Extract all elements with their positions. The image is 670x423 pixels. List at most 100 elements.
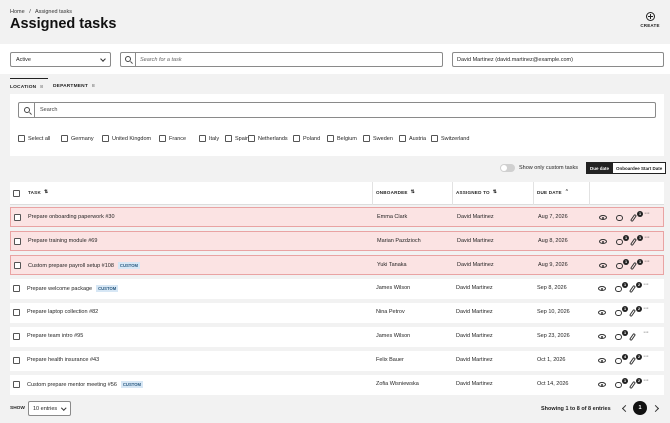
sort-due-date-button[interactable]: Due date bbox=[586, 162, 614, 174]
custom-tasks-toggle[interactable]: Show only custom tasks bbox=[500, 164, 578, 172]
tab-department[interactable]: DEPARTMENT 8 bbox=[53, 78, 99, 94]
view-icon[interactable] bbox=[597, 355, 607, 367]
attachment-icon[interactable] bbox=[628, 331, 638, 343]
column-onboardee[interactable]: ONBOARDEE ⇅ bbox=[376, 190, 415, 196]
task-name[interactable]: Prepare health insurance #43 bbox=[27, 357, 99, 363]
task-name[interactable]: Custom prepare payroll setup #108 CUSTOM bbox=[28, 262, 140, 269]
view-icon[interactable] bbox=[597, 331, 607, 343]
comment-icon[interactable]: 1 bbox=[615, 259, 629, 272]
task-name[interactable]: Custom prepare mentor meeting #56 CUSTOM bbox=[27, 381, 143, 388]
tab-location[interactable]: LOCATION 8 bbox=[10, 78, 48, 94]
next-page-icon[interactable] bbox=[651, 403, 661, 413]
task-name[interactable]: Prepare welcome package CUSTOM bbox=[27, 285, 119, 292]
toggle-switch[interactable] bbox=[500, 164, 515, 172]
current-page-button[interactable]: 1 bbox=[633, 401, 647, 415]
checkbox[interactable] bbox=[225, 135, 232, 142]
assignee-field[interactable]: David Martinez (david.martinez@example.c… bbox=[452, 52, 664, 67]
previous-page-icon[interactable] bbox=[619, 403, 629, 413]
select-all-rows-checkbox[interactable] bbox=[13, 190, 20, 197]
more-options-icon[interactable]: ··· bbox=[643, 329, 653, 341]
comment-icon[interactable]: 1 bbox=[614, 378, 628, 391]
attachment-icon[interactable]: 2 bbox=[628, 282, 642, 295]
table-row[interactable]: Custom prepare payroll setup #108 CUSTOM … bbox=[10, 255, 664, 275]
more-options-icon[interactable]: ··· bbox=[643, 353, 653, 365]
table-row[interactable]: Prepare training module #69 Marian Pazdz… bbox=[10, 231, 664, 251]
table-row[interactable]: Prepare health insurance #43 Felix Bauer… bbox=[10, 351, 664, 371]
comment-icon[interactable]: 1 bbox=[614, 282, 628, 295]
location-search-input[interactable]: Search bbox=[18, 102, 656, 118]
task-name[interactable]: Prepare laptop collection #82 bbox=[27, 309, 98, 315]
view-icon[interactable] bbox=[598, 236, 608, 248]
column-task[interactable]: TASK ⇅ bbox=[28, 190, 48, 196]
more-options-icon[interactable]: ··· bbox=[643, 281, 653, 293]
checkbox[interactable] bbox=[61, 135, 68, 142]
create-button[interactable]: CREATE bbox=[638, 12, 662, 28]
country-germany[interactable]: Germany bbox=[61, 135, 94, 142]
view-icon[interactable] bbox=[598, 260, 608, 272]
country-switzerland[interactable]: Switzerland bbox=[431, 135, 469, 142]
row-checkbox[interactable] bbox=[13, 381, 20, 388]
checkbox[interactable] bbox=[102, 135, 109, 142]
view-icon[interactable] bbox=[597, 283, 607, 295]
checkbox[interactable] bbox=[199, 135, 206, 142]
table-row[interactable]: Prepare laptop collection #82 Nina Petro… bbox=[10, 303, 664, 323]
table-row[interactable]: Prepare welcome package CUSTOM James Wils… bbox=[10, 279, 664, 299]
breadcrumb-home[interactable]: Home bbox=[10, 9, 25, 15]
country-italy[interactable]: Italy bbox=[199, 135, 219, 142]
country-netherlands[interactable]: Netherlands bbox=[248, 135, 288, 142]
row-checkbox[interactable] bbox=[14, 262, 21, 269]
country-poland[interactable]: Poland bbox=[293, 135, 320, 142]
comment-icon[interactable]: 1 bbox=[614, 306, 628, 319]
more-options-icon[interactable]: ··· bbox=[644, 210, 654, 222]
row-checkbox[interactable] bbox=[13, 357, 20, 364]
row-checkbox[interactable] bbox=[14, 238, 21, 245]
country-austria[interactable]: Austria bbox=[399, 135, 426, 142]
country-united-kingdom[interactable]: United Kingdom bbox=[102, 135, 151, 142]
comment-icon[interactable] bbox=[615, 212, 625, 224]
table-row[interactable]: Prepare team intro #95 James Wilson Davi… bbox=[10, 327, 664, 347]
attachment-icon[interactable]: 2 bbox=[628, 378, 642, 391]
view-icon[interactable] bbox=[597, 307, 607, 319]
checkbox[interactable] bbox=[363, 135, 370, 142]
country-belgium[interactable]: Belgium bbox=[327, 135, 357, 142]
attachment-icon[interactable]: 2 bbox=[628, 354, 642, 367]
view-icon[interactable] bbox=[598, 212, 608, 224]
attachment-icon[interactable]: 1 bbox=[629, 259, 643, 272]
attachment-icon[interactable]: 1 bbox=[629, 211, 643, 224]
checkbox[interactable] bbox=[248, 135, 255, 142]
checkbox[interactable] bbox=[293, 135, 300, 142]
country-select-all[interactable]: Select all bbox=[18, 135, 50, 142]
column-assigned-to[interactable]: ASSIGNED TO ⇅ bbox=[456, 190, 497, 196]
table-row[interactable]: Custom prepare mentor meeting #56 CUSTOM … bbox=[10, 375, 664, 395]
country-spain[interactable]: Spain bbox=[225, 135, 249, 142]
more-options-icon[interactable]: ··· bbox=[644, 258, 654, 270]
country-sweden[interactable]: Sweden bbox=[363, 135, 393, 142]
checkbox[interactable] bbox=[327, 135, 334, 142]
table-row[interactable]: Prepare onboarding paperwork #30 Emma Cl… bbox=[10, 207, 664, 227]
sort-start-date-button[interactable]: Onboardee Start Date bbox=[613, 162, 667, 174]
task-search-input[interactable]: Search for a task bbox=[120, 52, 443, 67]
attachment-icon[interactable]: 1 bbox=[629, 235, 643, 248]
attachment-icon[interactable]: 2 bbox=[628, 306, 642, 319]
status-select[interactable]: Active bbox=[10, 52, 111, 67]
checkbox[interactable] bbox=[431, 135, 438, 142]
checkbox[interactable] bbox=[399, 135, 406, 142]
entries-per-page-select[interactable]: 10 entries bbox=[28, 401, 71, 416]
more-options-icon[interactable]: ··· bbox=[644, 234, 654, 246]
checkbox[interactable] bbox=[159, 135, 166, 142]
row-checkbox[interactable] bbox=[14, 214, 21, 221]
task-name[interactable]: Prepare training module #69 bbox=[28, 238, 97, 244]
column-due-date[interactable]: DUE DATE ⌃ bbox=[537, 190, 569, 196]
comment-icon[interactable]: 1 bbox=[614, 330, 628, 343]
comment-icon[interactable]: 1 bbox=[615, 235, 629, 248]
more-options-icon[interactable]: ··· bbox=[643, 305, 653, 317]
row-checkbox[interactable] bbox=[13, 333, 20, 340]
more-options-icon[interactable]: ··· bbox=[643, 377, 653, 389]
task-name[interactable]: Prepare onboarding paperwork #30 bbox=[28, 214, 115, 220]
checkbox[interactable] bbox=[18, 135, 25, 142]
row-checkbox[interactable] bbox=[13, 285, 20, 292]
comment-icon[interactable]: 4 bbox=[614, 354, 628, 367]
view-icon[interactable] bbox=[597, 379, 607, 391]
task-name[interactable]: Prepare team intro #95 bbox=[27, 333, 83, 339]
row-checkbox[interactable] bbox=[13, 309, 20, 316]
